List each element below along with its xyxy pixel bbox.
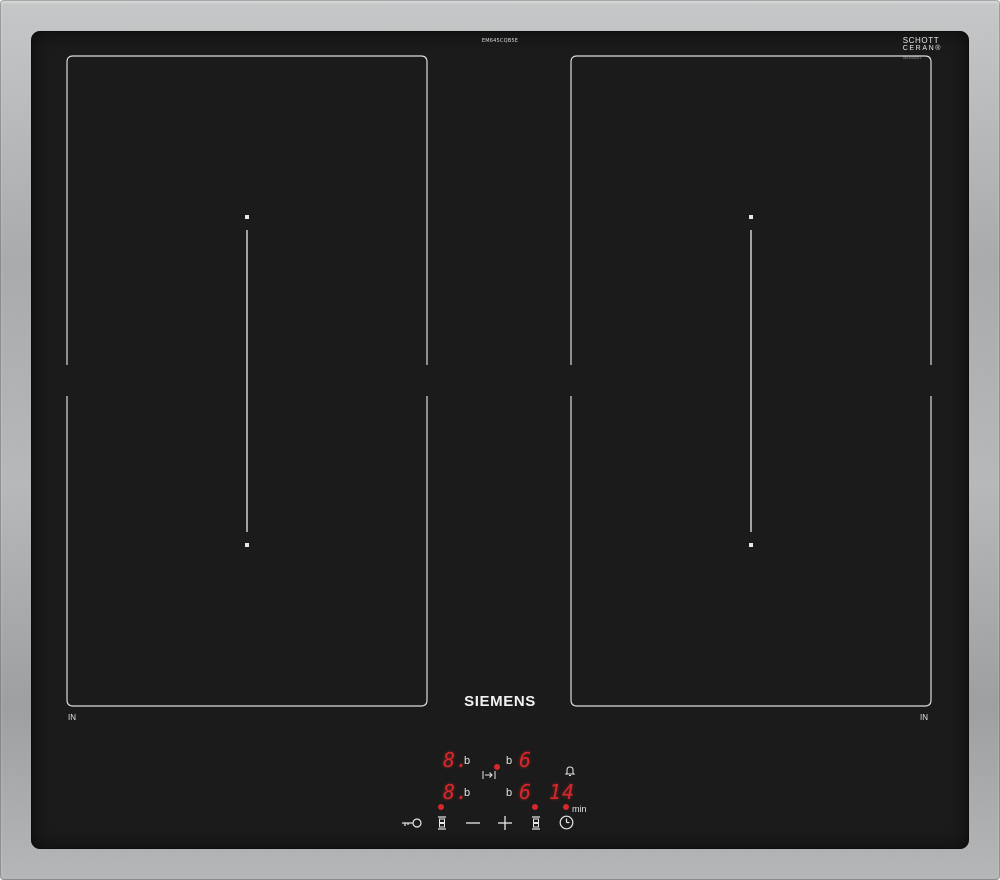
zone-left-outline xyxy=(66,55,428,707)
model-number: EM645CQB5E xyxy=(481,38,519,44)
zone-right-induction-label: IN xyxy=(920,713,928,722)
glass-brand-line2: CERAN® xyxy=(902,45,942,52)
cooking-zone-left xyxy=(66,55,428,707)
key-icon xyxy=(402,818,422,828)
plus-icon xyxy=(498,816,512,830)
timer-display: 14 xyxy=(549,780,576,804)
flex-zone-icon xyxy=(482,770,496,780)
cooking-zone-right xyxy=(570,55,932,707)
timer-button[interactable] xyxy=(559,815,574,830)
left-select-indicator-dot xyxy=(438,804,444,810)
front-right-flag: b xyxy=(506,755,513,767)
select-right-zone-button[interactable] xyxy=(531,816,541,830)
ceramic-glass-surface: EM645CQB5E SCHOTT CERAN® 001043201 IN IN… xyxy=(32,32,968,848)
clock-icon xyxy=(559,815,574,830)
minus-button[interactable] xyxy=(466,822,480,824)
zone-right-outline xyxy=(570,55,932,707)
brand-logo: SIEMENS xyxy=(464,693,536,710)
select-left-zone-button[interactable] xyxy=(437,816,447,830)
zone-select-icon xyxy=(532,816,540,830)
glass-brand-line1: SCHOTT xyxy=(902,36,940,45)
front-left-flag: b xyxy=(464,755,471,767)
front-right-level-display: 6 xyxy=(519,748,533,772)
bell-icon xyxy=(564,765,576,777)
zone-left-induction-label: IN xyxy=(68,713,76,722)
minus-icon xyxy=(466,822,480,824)
timer-indicator-dot xyxy=(563,804,569,810)
plus-button[interactable] xyxy=(498,816,512,830)
zone-select-icon xyxy=(438,816,446,830)
rear-left-flag: b xyxy=(464,787,471,799)
timer-unit-label: min xyxy=(572,804,587,814)
right-select-indicator-dot xyxy=(532,804,538,810)
rear-right-level-display: 6 xyxy=(519,780,533,804)
rear-right-flag: b xyxy=(506,787,513,799)
child-lock-button[interactable] xyxy=(401,817,423,829)
stainless-steel-frame: EM645CQB5E SCHOTT CERAN® 001043201 IN IN… xyxy=(0,0,1000,880)
